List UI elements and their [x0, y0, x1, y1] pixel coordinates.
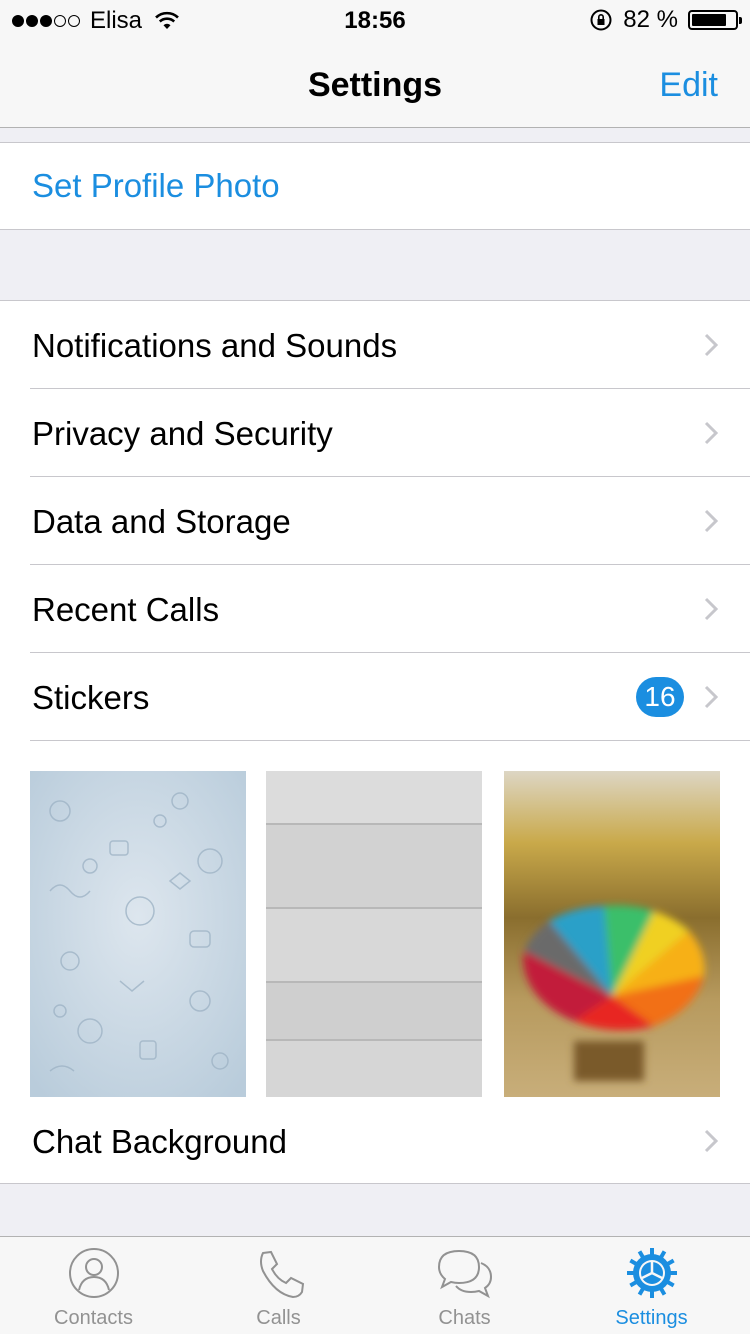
- chat-bubbles-icon: [437, 1249, 492, 1299]
- tab-label: Chats: [438, 1307, 491, 1329]
- chevron-right-icon: [704, 421, 718, 445]
- battery-icon: [688, 10, 742, 30]
- chevron-right-icon: [704, 1129, 718, 1153]
- tab-chats[interactable]: Chats: [371, 1237, 558, 1334]
- battery-percent: 82 %: [623, 6, 678, 33]
- tab-calls[interactable]: Calls: [185, 1237, 372, 1334]
- tab-bar: Contacts Calls Chats Settings: [0, 1236, 750, 1334]
- settings-item-label: Privacy and Security: [32, 415, 333, 452]
- tab-contacts[interactable]: Contacts: [0, 1237, 187, 1334]
- person-icon: [68, 1248, 119, 1298]
- settings-item-stickers[interactable]: Stickers 16: [0, 653, 750, 741]
- battery-level: [692, 14, 727, 26]
- settings-item-recent-calls[interactable]: Recent Calls: [0, 565, 750, 653]
- settings-item-label: Notifications and Sounds: [32, 327, 398, 364]
- gear-icon: [626, 1248, 677, 1298]
- chevron-right-icon: [704, 597, 718, 621]
- profile-section: Set Profile Photo: [0, 142, 750, 230]
- set-profile-photo-button[interactable]: Set Profile Photo: [32, 167, 280, 205]
- settings-item-label: Chat Background: [32, 1123, 287, 1160]
- tab-label: Settings: [615, 1307, 688, 1329]
- page-title: Settings: [307, 66, 443, 104]
- settings-list: Notifications and Sounds Privacy and Sec…: [0, 300, 750, 1184]
- settings-item-data-storage[interactable]: Data and Storage: [0, 477, 750, 565]
- tab-label: Calls: [256, 1307, 301, 1329]
- background-thumbnail-pattern[interactable]: [30, 771, 246, 1097]
- chevron-right-icon: [704, 685, 718, 709]
- tab-label: Contacts: [54, 1307, 133, 1329]
- phone-icon: [259, 1250, 304, 1299]
- settings-item-label: Stickers: [32, 679, 150, 716]
- chevron-right-icon: [704, 333, 718, 357]
- status-right: 82 %: [589, 6, 742, 33]
- background-thumbnail-wood[interactable]: [266, 771, 482, 1097]
- settings-item-label: Recent Calls: [32, 591, 220, 628]
- background-thumbnail-umbrella[interactable]: [504, 771, 720, 1097]
- settings-item-notifications[interactable]: Notifications and Sounds: [0, 301, 750, 389]
- tab-settings[interactable]: Settings: [558, 1237, 745, 1334]
- chevron-right-icon: [704, 509, 718, 533]
- edit-button[interactable]: Edit: [659, 66, 718, 105]
- settings-item-label: Data and Storage: [32, 503, 291, 540]
- chat-background-thumbnails: [0, 771, 750, 1097]
- status-bar: Elisa 18:56 82 %: [0, 0, 750, 40]
- settings-item-privacy[interactable]: Privacy and Security: [0, 389, 750, 477]
- settings-item-chat-background[interactable]: Chat Background: [0, 1097, 750, 1185]
- stickers-count-badge: 16: [636, 677, 684, 717]
- orientation-lock-icon: [590, 9, 612, 31]
- row-separator: [30, 740, 750, 741]
- navigation-bar: Settings Edit: [0, 40, 750, 128]
